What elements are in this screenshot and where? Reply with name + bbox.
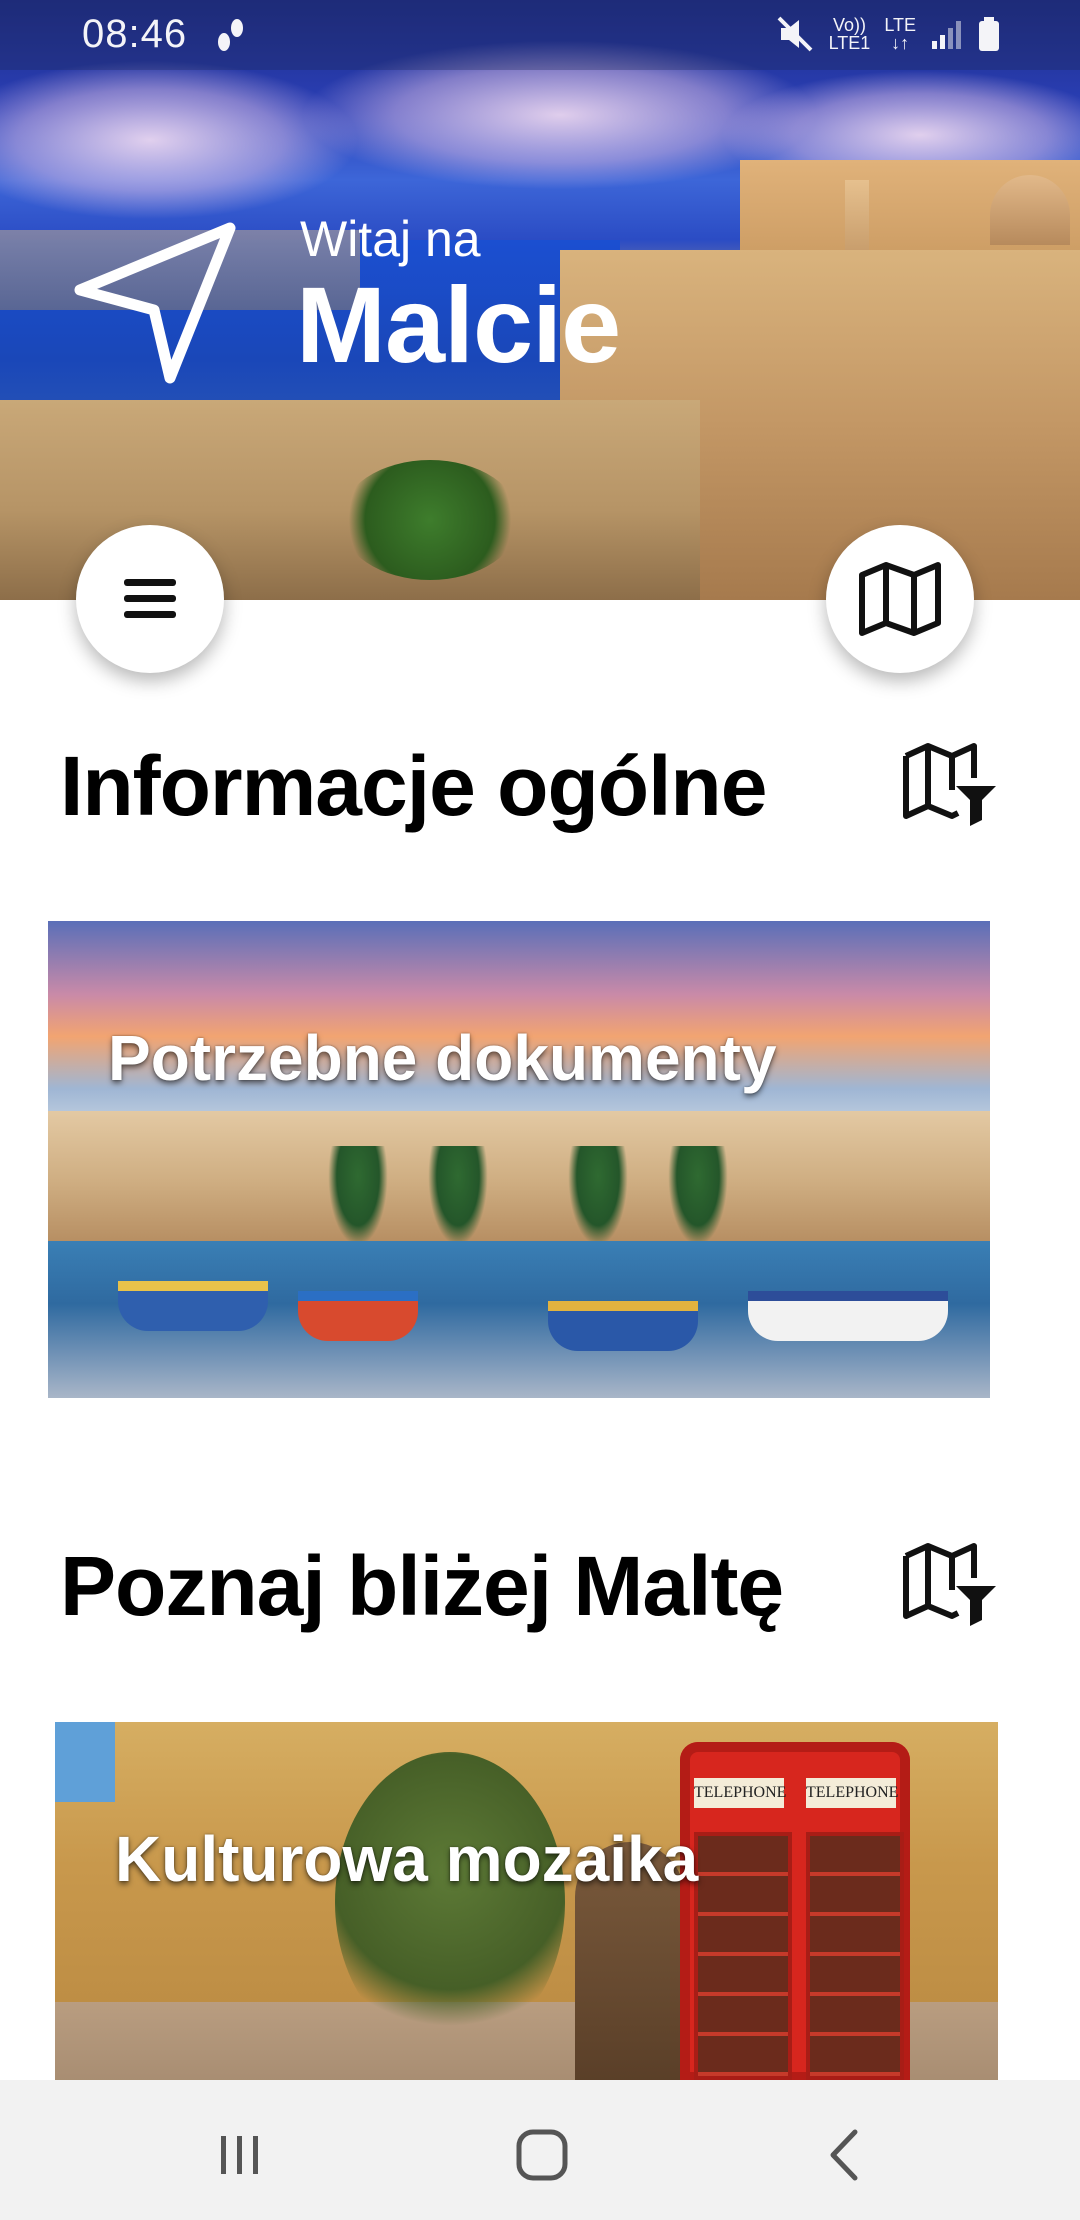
booth-window: [806, 1832, 904, 2080]
hero-title: Malcie: [296, 264, 621, 385]
hero-greeting: Witaj na: [300, 211, 481, 267]
card-image-tree: [335, 1752, 565, 2052]
card-image-boat: [548, 1301, 698, 1351]
data-arrows-icon: ↓↑: [891, 33, 910, 53]
map-icon: [859, 562, 941, 636]
back-button[interactable]: [800, 2110, 890, 2200]
volte-indicator: Vo)) LTE1: [829, 16, 871, 52]
card-label: Kulturowa mozaika: [115, 1823, 699, 1895]
section-title-discover-malta: Poznaj bliżej Maltę: [60, 1539, 784, 1633]
mute-icon: [777, 16, 813, 52]
card-image-palm: [668, 1146, 728, 1246]
battery-icon: [979, 17, 999, 51]
card-image-palm: [568, 1146, 628, 1246]
booth-sign: TELEPHONE: [694, 1778, 786, 1808]
hamburger-menu-icon: [124, 579, 176, 618]
hero-greenery: [340, 460, 520, 580]
card-image-palm: [428, 1146, 488, 1246]
lte-indicator: LTE ↓↑: [884, 16, 916, 52]
lte1-label: LTE1: [828, 33, 871, 53]
card-image-boat: [748, 1291, 948, 1341]
navigation-arrow-icon: [74, 222, 236, 384]
recent-apps-button[interactable]: [195, 2110, 285, 2200]
home-icon: [516, 2129, 568, 2181]
status-time: 08:46: [82, 12, 188, 56]
section-title-general-info: Informacje ogólne: [60, 739, 767, 833]
status-icons: Vo)) LTE1 LTE ↓↑: [775, 14, 1000, 54]
hero-dome: [990, 175, 1070, 245]
hero-banner: Witaj na Malcie: [0, 0, 1080, 600]
card-image-boat: [118, 1281, 268, 1331]
footsteps-icon: [218, 19, 243, 51]
card-required-documents[interactable]: Potrzebne dokumenty: [48, 921, 990, 1398]
card-image-palm: [328, 1146, 388, 1246]
home-button[interactable]: [497, 2110, 587, 2200]
booth-sign: TELEPHONE: [806, 1778, 898, 1808]
card-cultural-mosaic[interactable]: TELEPHONE TELEPHONE Kulturowa mozaika: [55, 1722, 998, 2082]
booth-window: [694, 1832, 792, 2080]
map-filter-icon[interactable]: [900, 738, 1000, 828]
system-navigation-bar: [0, 2080, 1080, 2220]
volte-label: Vo)): [832, 15, 866, 35]
menu-button[interactable]: [76, 525, 224, 673]
card-image-boat: [298, 1291, 418, 1341]
recent-apps-icon: [221, 2136, 258, 2174]
lte-label: LTE: [884, 15, 916, 35]
map-button[interactable]: [826, 525, 974, 673]
back-icon: [830, 2129, 858, 2181]
card-image-sky: [55, 1722, 115, 1802]
map-filter-icon[interactable]: [900, 1538, 1000, 1628]
card-image-town: [48, 1111, 990, 1251]
status-bar: 08:46 Vo)) LTE1 LTE ↓↑: [0, 0, 1080, 70]
hero-cloud: [0, 60, 360, 220]
signal-icon: [932, 21, 961, 49]
card-label: Potrzebne dokumenty: [108, 1022, 777, 1094]
card-image-phone-booth: TELEPHONE TELEPHONE: [680, 1742, 910, 2082]
